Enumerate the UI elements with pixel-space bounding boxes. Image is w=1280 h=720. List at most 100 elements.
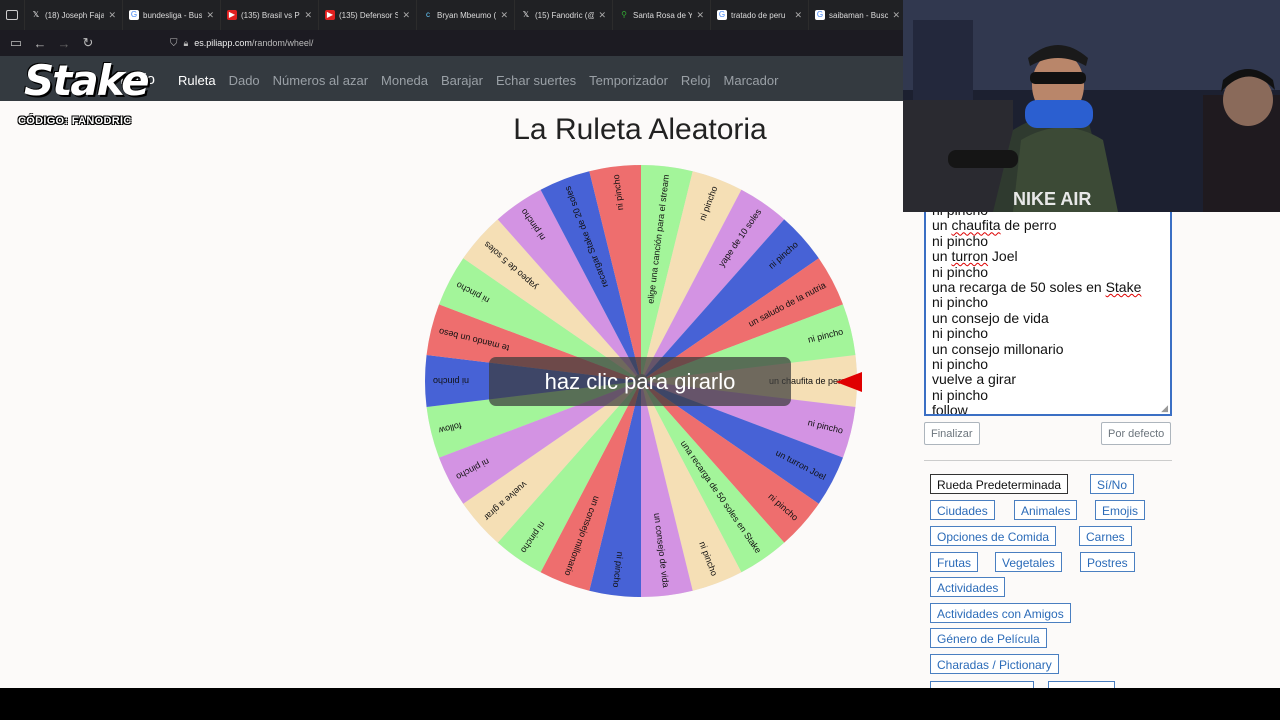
- google-icon: G: [815, 10, 825, 20]
- nav-links: Ruleta Dado Números al azar Moneda Barajar Ec…: [178, 73, 791, 88]
- google-icon: G: [129, 10, 139, 20]
- nav-link[interactable]: Barajar: [441, 73, 483, 88]
- browser-tab[interactable]: c Bryan Mbeumo (✕: [417, 0, 515, 30]
- tab-label: Santa Rosa de Yo: [633, 10, 693, 20]
- maps-icon: ⚲: [621, 10, 627, 19]
- entry-line: follow: [932, 402, 1164, 416]
- entry-text-rest: de perro: [1000, 217, 1057, 234]
- entry-text: ni pincho: [932, 263, 989, 280]
- url-host: es.piliapp.com: [194, 38, 252, 48]
- entry-line: ni pincho: [932, 386, 1164, 403]
- spell-error-word: follow: [932, 402, 968, 416]
- entry-line: un chaufita de perro: [932, 218, 1164, 233]
- close-icon[interactable]: ✕: [892, 10, 900, 21]
- preset-button[interactable]: Actividades con Amigos: [930, 603, 1071, 623]
- reload-icon[interactable]: ↻: [76, 35, 100, 51]
- stake-promo-code: CÓDIGO: FANODRIC: [18, 115, 132, 127]
- entry-line: ni pincho: [932, 326, 1164, 341]
- preset-button[interactable]: Vegetales: [995, 552, 1062, 572]
- entry-text: un: [932, 248, 952, 265]
- tab-label: (15) Fanodric (@: [535, 10, 595, 20]
- close-icon[interactable]: ✕: [402, 10, 410, 21]
- preset-button[interactable]: Postres: [1080, 552, 1135, 572]
- browser-tab[interactable]: Gtratado de peru ✕: [711, 0, 809, 30]
- browser-tab[interactable]: ▶ (135) Brasil vs Pe ✕: [221, 0, 319, 30]
- spin-button[interactable]: haz clic para girarlo: [489, 357, 791, 406]
- entry-line: vuelve a girar: [932, 372, 1164, 387]
- browser-tab[interactable]: Gbundesliga - Busc ✕: [123, 0, 221, 30]
- entry-text: una recarga de 50 soles en: [932, 279, 1106, 296]
- entry-text: ni pincho: [932, 356, 989, 373]
- web-icon: c: [426, 10, 430, 19]
- default-button[interactable]: Por defecto: [1101, 422, 1172, 445]
- preset-button[interactable]: Emojis: [1095, 500, 1146, 520]
- spell-error-word: turron: [951, 248, 989, 265]
- preset-button[interactable]: Frutas: [930, 552, 979, 572]
- preset-button[interactable]: Actividades: [930, 577, 1006, 597]
- sidebar-toggle-icon[interactable]: ▭: [4, 35, 28, 51]
- webcam-feed: NIKE AIR: [903, 0, 1280, 212]
- close-icon[interactable]: ✕: [108, 10, 116, 21]
- preset-button[interactable]: Animales: [1014, 500, 1078, 520]
- youtube-icon: ▶: [325, 10, 335, 20]
- preset-button[interactable]: Sí/No: [1090, 474, 1135, 494]
- lock-icon[interactable]: 🔒︎: [184, 38, 189, 49]
- tab-list-button[interactable]: [0, 0, 25, 30]
- browser-tab-strip: 𝕏 (18) Joseph Fajar ✕ Gbundesliga - Busc ✕ ▶(…: [0, 0, 903, 30]
- entry-line: un turron Joel: [932, 249, 1164, 264]
- entry-line: ni pincho: [932, 232, 1164, 249]
- nav-link[interactable]: Reloj: [681, 73, 711, 88]
- forward-icon[interactable]: →: [52, 36, 76, 51]
- nav-link[interactable]: Números al azar: [273, 73, 368, 88]
- nav-link[interactable]: Dado: [229, 73, 260, 88]
- browser-tab[interactable]: Gsaibaman - Busc ✕: [809, 0, 903, 30]
- entry-text: ni pincho: [932, 294, 989, 311]
- nav-link[interactable]: Temporizador: [589, 73, 668, 88]
- entries-textarea[interactable]: ni pinchoun chaufita de perroni pinchoun…: [924, 212, 1172, 416]
- entry-line: una recarga de 50 soles en Stake: [932, 279, 1164, 296]
- google-icon: G: [717, 10, 727, 20]
- preset-button[interactable]: Carnes: [1079, 526, 1132, 546]
- preset-button[interactable]: Ciudades: [930, 500, 995, 520]
- preset-button-partial-2[interactable]: [1048, 681, 1115, 688]
- wheel-segment-label: ni pincho: [433, 376, 469, 386]
- divider: [924, 460, 1172, 461]
- entry-text: ni pincho: [932, 386, 989, 403]
- entry-text: ni pincho: [932, 325, 989, 342]
- entry-line: ni pincho: [932, 356, 1164, 373]
- preset-button[interactable]: Rueda Predeterminada: [930, 474, 1069, 494]
- nav-link[interactable]: Marcador: [724, 73, 779, 88]
- spin-label: haz clic para girarlo: [544, 368, 736, 394]
- browser-tab[interactable]: ⚲ Santa Rosa de Yo ✕: [613, 0, 711, 30]
- back-icon[interactable]: ←: [28, 36, 52, 51]
- tracking-protection-icon[interactable]: ⛉: [170, 38, 178, 49]
- close-icon[interactable]: ✕: [206, 10, 214, 21]
- close-icon[interactable]: ✕: [794, 10, 802, 21]
- entry-text: un: [932, 217, 952, 234]
- close-icon[interactable]: ✕: [696, 10, 704, 21]
- spell-error-word: Stake: [1105, 279, 1142, 296]
- nav-link[interactable]: Ruleta: [178, 73, 216, 88]
- preset-button[interactable]: Género de Película: [930, 628, 1047, 648]
- browser-tab[interactable]: 𝕏 (18) Joseph Fajar ✕: [25, 0, 123, 30]
- youtube-icon: ▶: [227, 10, 237, 20]
- browser-tab[interactable]: 𝕏 (15) Fanodric (@ ✕: [515, 0, 613, 30]
- entry-text: ni pincho: [932, 232, 989, 249]
- preset-button[interactable]: Opciones de Comida: [930, 526, 1057, 546]
- close-icon[interactable]: ✕: [598, 10, 606, 21]
- preset-button-partial[interactable]: [930, 681, 1034, 688]
- nav-link[interactable]: Echar suertes: [496, 73, 576, 88]
- browser-tab[interactable]: ▶ (135) Defensor S ✕: [319, 0, 417, 30]
- browser-toolbar: ▭ ← → ↻ ⛉ 🔒︎ es.piliapp.com/random/wheel…: [0, 30, 903, 56]
- tab-label: tratado de peru: [731, 10, 786, 20]
- nav-link[interactable]: Moneda: [381, 73, 428, 88]
- tab-label: (135) Brasil vs Pe: [241, 10, 301, 20]
- x-icon: 𝕏: [32, 10, 40, 19]
- resize-grip-icon[interactable]: ◢: [1161, 403, 1168, 414]
- webcam-image: NIKE AIR: [903, 0, 1280, 212]
- finish-button[interactable]: Finalizar: [924, 422, 980, 445]
- close-icon[interactable]: ✕: [500, 10, 508, 21]
- close-icon[interactable]: ✕: [304, 10, 312, 21]
- preset-button[interactable]: Charadas / Pictionary: [930, 654, 1059, 674]
- url-bar[interactable]: ⛉ 🔒︎ es.piliapp.com/random/wheel/: [170, 38, 313, 49]
